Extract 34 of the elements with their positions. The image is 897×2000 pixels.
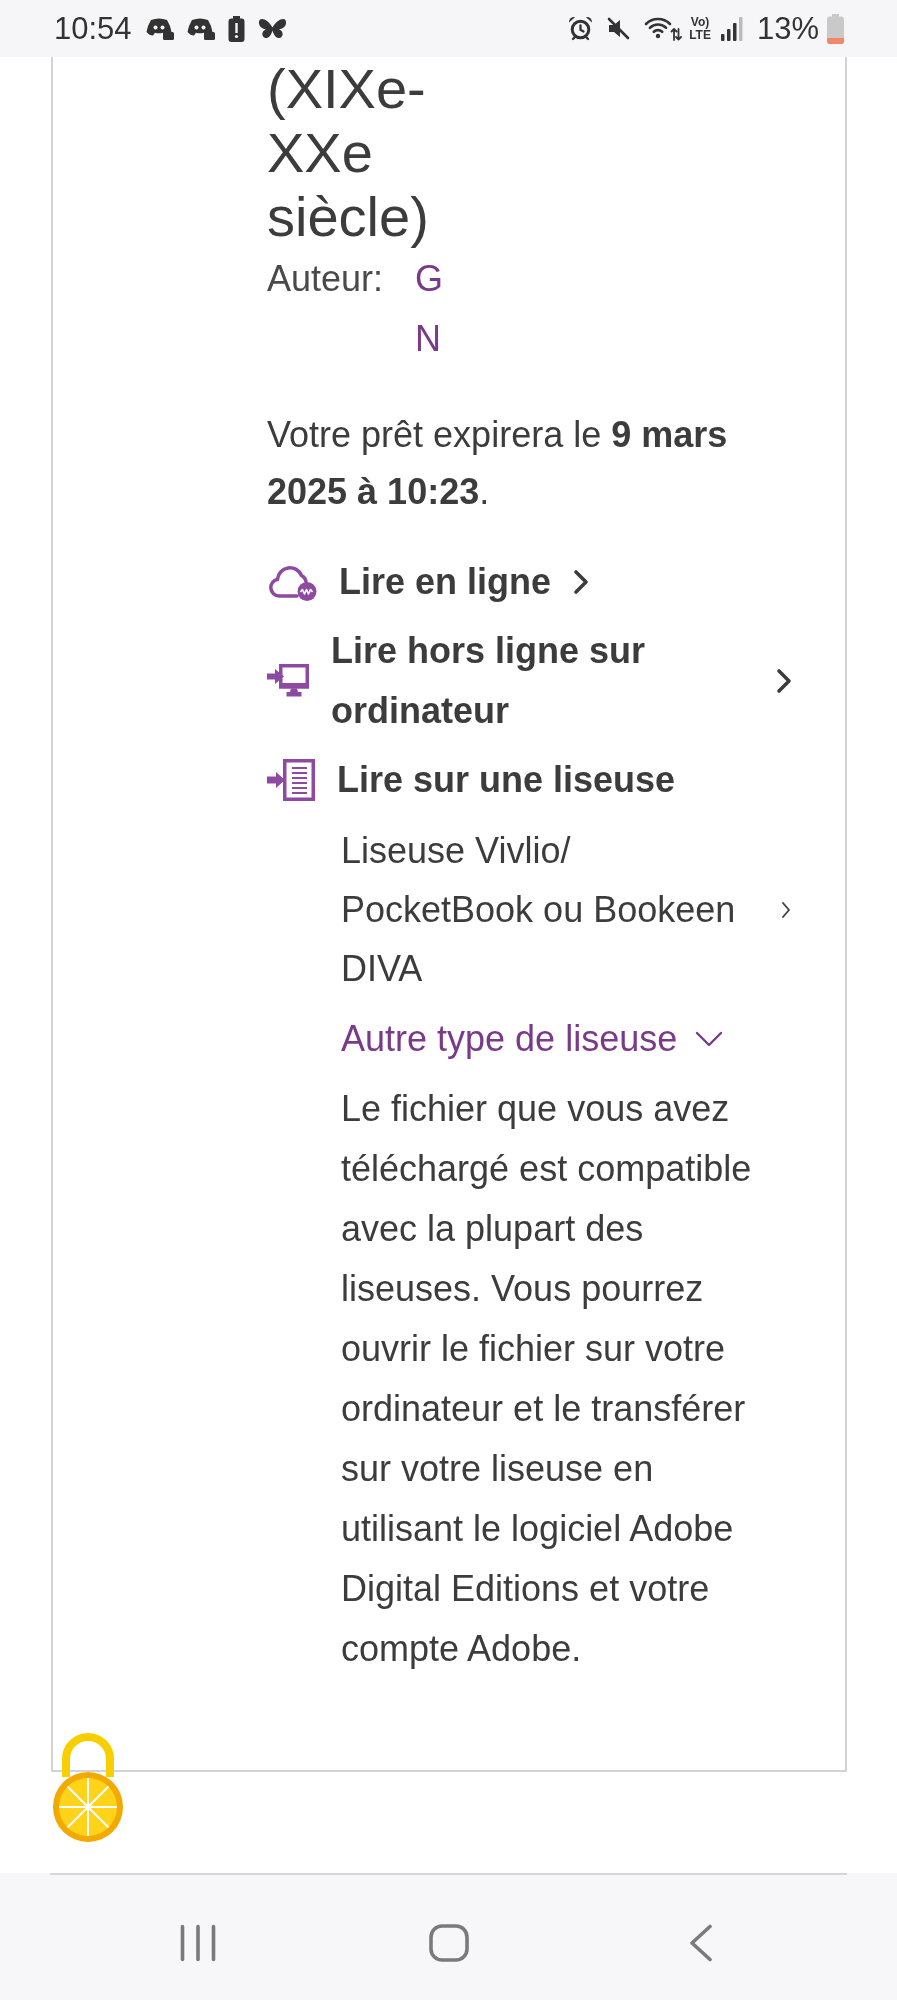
author-link[interactable]: G [415, 249, 443, 309]
book-title: (XIXe-XXe siècle) [267, 57, 430, 249]
battery-icon [827, 13, 844, 44]
butterfly-icon [257, 17, 287, 40]
mute-icon [606, 16, 632, 41]
author-link[interactable]: N [415, 309, 441, 369]
home-icon[interactable] [429, 1924, 470, 1962]
ereader-option-link[interactable]: Liseuse Vivlio/ PocketBook ou Bookeen DIVA [341, 821, 791, 998]
description-text: Le fichier que vous avez téléchargé est compatible avec la plupart des liseuses. Vous pourrez ouvrir le fichier sur votre ordinateur et le transférer sur votre liseuse en utilisant le logiciel Adobe Digital Editions et votre compte Adobe. [341, 1087, 753, 1671]
monitor-arrow-icon [267, 664, 309, 698]
back-icon[interactable] [688, 1924, 713, 1962]
battery-alert-icon [227, 15, 245, 42]
author-label: Auteur: [267, 257, 385, 301]
battery-percent: 13% [756, 10, 819, 47]
recent-apps-icon[interactable] [179, 1924, 216, 1962]
chevron-right-icon [781, 900, 791, 919]
signal-icon [720, 16, 743, 41]
alarm-icon [568, 16, 594, 41]
gamepad-icon [145, 17, 174, 40]
reading-option-link[interactable]: Lire en ligne [267, 552, 590, 612]
clock-time: 10:54 [54, 10, 132, 47]
loan-expiry-text: Votre prêt expirera le 9 mars 2025 à 10:23. [267, 413, 729, 514]
section-heading: Lire sur une liseuse [337, 758, 676, 802]
expand-toggle[interactable]: Autre type de liseuse [341, 1009, 724, 1069]
chevron-right-icon [776, 668, 792, 694]
cloud-icon [267, 563, 317, 601]
reading-option-link[interactable]: Lire hors ligne sur ordinateur [267, 621, 792, 741]
chevron-down-icon [695, 1031, 724, 1047]
wifi-icon [644, 16, 683, 41]
gamepad-icon [186, 17, 215, 40]
document-arrow-icon [267, 759, 315, 801]
chevron-right-icon [573, 569, 590, 595]
network-type-text: Vo) [690, 15, 710, 29]
network-type-text: LTE [689, 28, 711, 42]
